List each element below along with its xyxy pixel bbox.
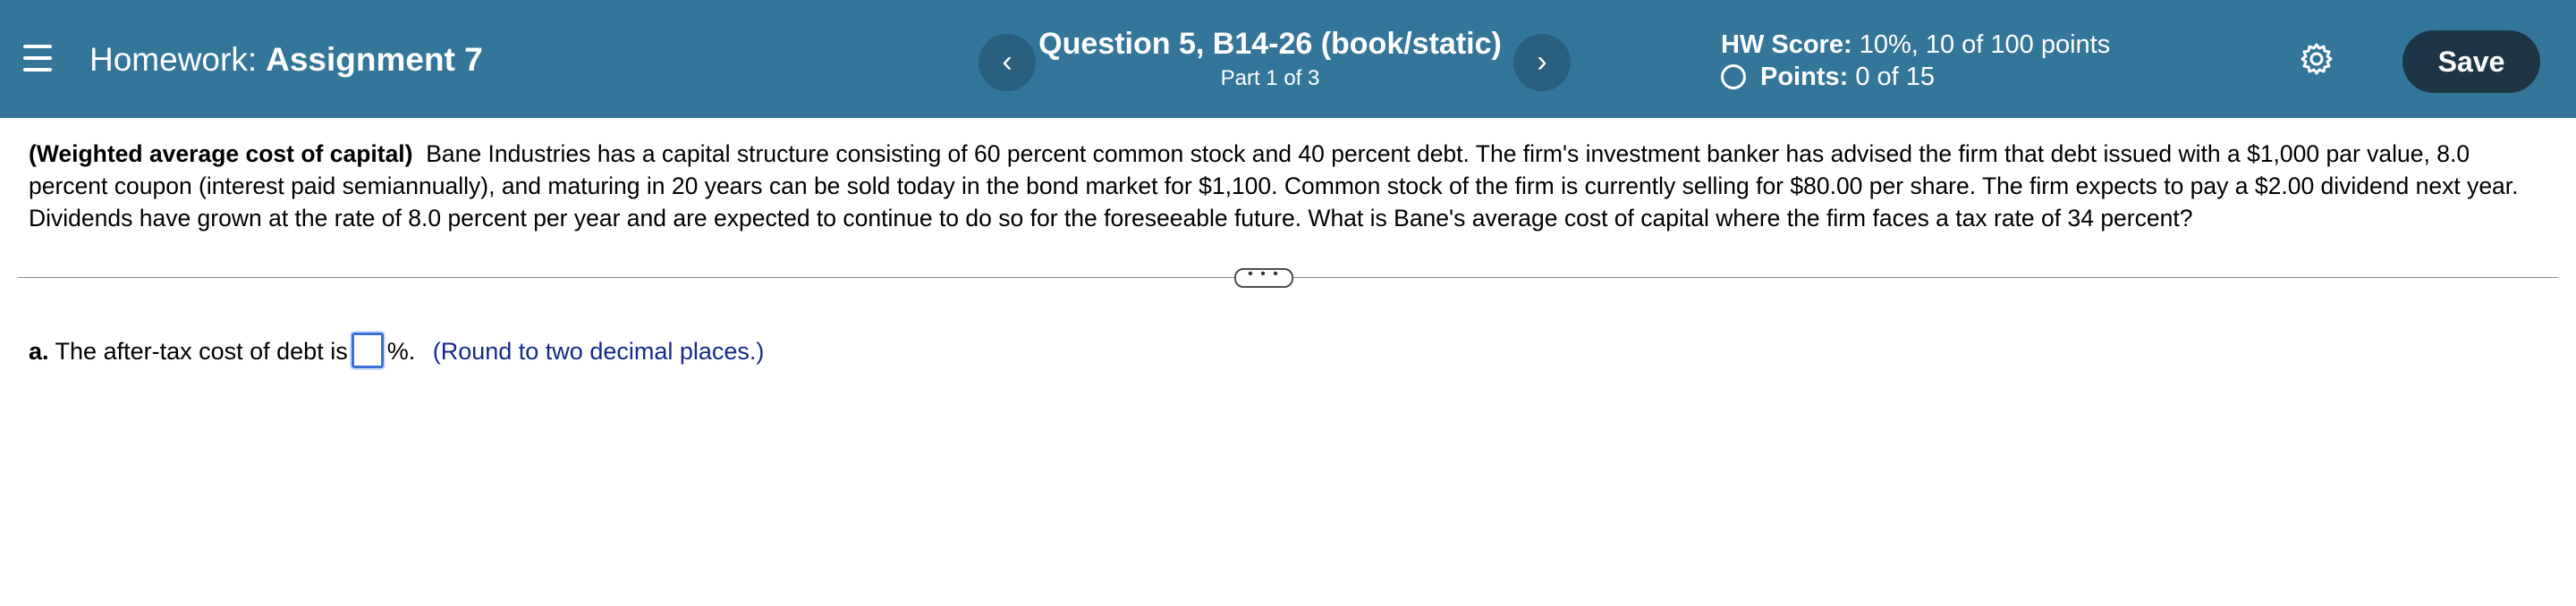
- points: Points: 0 of 15: [1721, 63, 1935, 92]
- problem-statement: (Weighted average cost of capital) Bane …: [29, 138, 2551, 234]
- answer-suffix: %.: [386, 338, 416, 365]
- problem-topic: (Weighted average cost of capital): [29, 140, 413, 167]
- homework-title: Homework: Assignment 7: [89, 41, 483, 79]
- answer-row: a. The after-tax cost of debt is%. (Roun…: [29, 332, 764, 368]
- question-part: Part 1 of 3: [1220, 66, 1320, 90]
- hw-score: HW Score: 10%, 10 of 100 points: [1721, 30, 2110, 60]
- rounding-hint: (Round to two decimal places.): [432, 338, 765, 365]
- save-button[interactable]: Save: [2402, 30, 2540, 93]
- hw-score-label: HW Score:: [1721, 30, 1852, 59]
- answer-input[interactable]: [351, 332, 384, 368]
- homework-prefix: Homework:: [89, 41, 258, 78]
- hw-score-value: 10%, 10 of 100 points: [1859, 30, 2111, 59]
- top-bar: Homework: Assignment 7 ‹ Question 5, B14-…: [0, 0, 2576, 118]
- gear-icon[interactable]: [2299, 41, 2334, 77]
- hamburger-menu-icon[interactable]: [23, 45, 52, 72]
- previous-question-button[interactable]: ‹: [979, 34, 1036, 91]
- points-value: 0 of 15: [1855, 63, 1936, 91]
- next-question-button[interactable]: ›: [1513, 34, 1571, 91]
- chevron-left-icon: ‹: [1002, 45, 1013, 79]
- chevron-right-icon: ›: [1537, 45, 1547, 79]
- answer-part-label: a.: [29, 338, 49, 365]
- answer-prefix: The after-tax cost of debt is: [55, 338, 348, 365]
- points-status-icon: [1721, 64, 1746, 89]
- points-label: Points:: [1760, 63, 1849, 91]
- expand-more-button[interactable]: • • •: [1234, 267, 1293, 288]
- assignment-name: Assignment 7: [266, 41, 483, 78]
- question-title: Question 5, B14-26 (book/static): [1038, 27, 1502, 61]
